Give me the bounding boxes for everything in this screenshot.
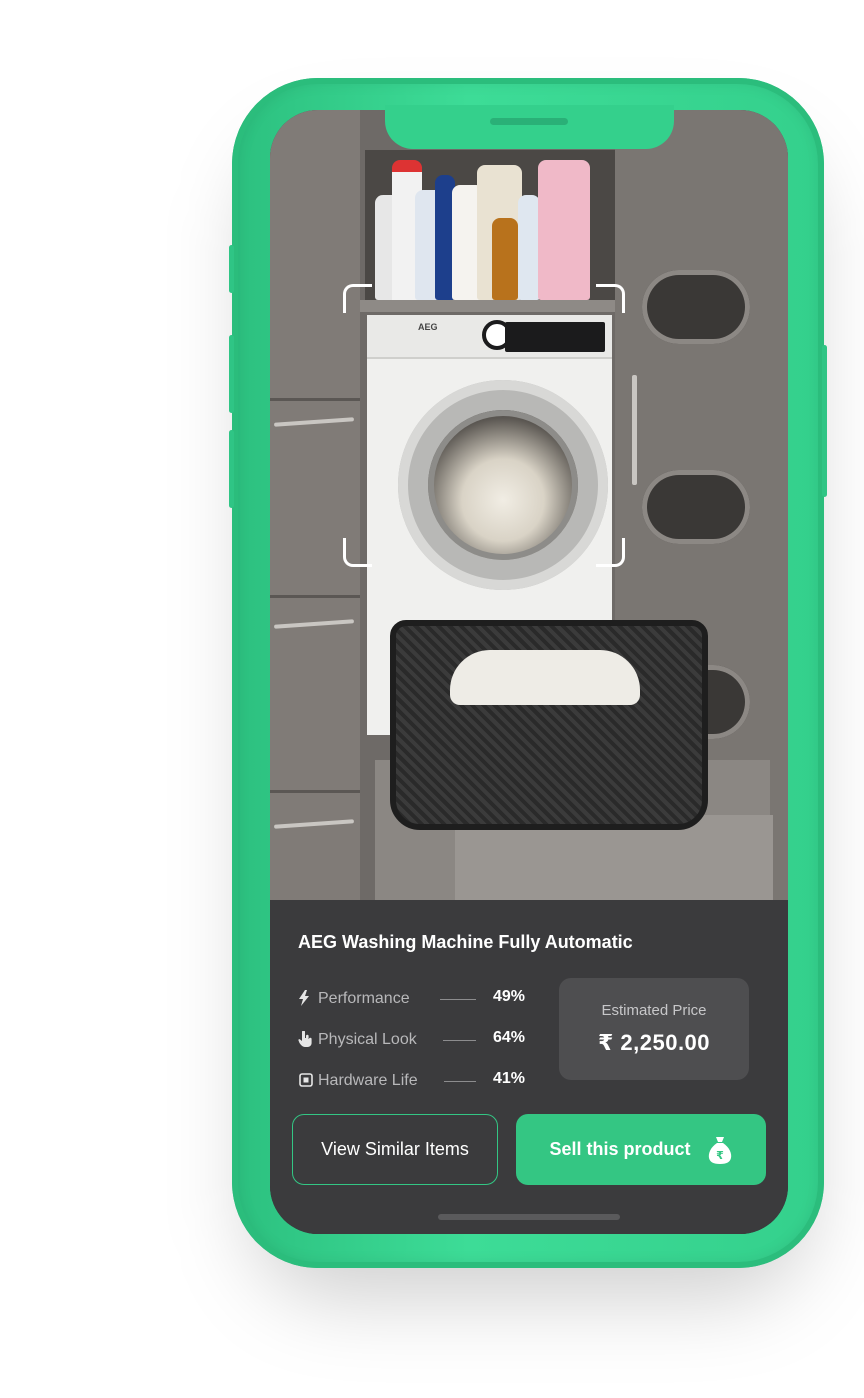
price-value: ₹ 2,250.00	[597, 1030, 711, 1055]
laundry-cloth	[450, 650, 640, 705]
cabinet-opening	[642, 470, 750, 544]
estimated-price-card: Estimated Price ₹ 2,250.00	[559, 978, 749, 1080]
view-similar-items-label: View Similar Items	[321, 1139, 469, 1159]
washer-display	[505, 322, 605, 352]
home-indicator[interactable]	[438, 1214, 620, 1220]
phone-speaker	[490, 118, 568, 125]
phone-notch	[385, 105, 674, 149]
metric-label: Physical Look	[318, 1031, 417, 1048]
product-info-panel: AEG Washing Machine Fully Automatic Perf…	[270, 900, 788, 1234]
price-label: Estimated Price	[601, 1002, 707, 1019]
scan-frame-corner-top-right	[596, 284, 625, 313]
mute-switch	[229, 245, 234, 293]
metric-physical-look: Physical Look 64%	[298, 1029, 525, 1051]
metric-label: Hardware Life	[318, 1072, 418, 1089]
product-photo: AEG	[270, 110, 788, 900]
metric-value: 49%	[493, 988, 526, 1005]
scan-frame-corner-bottom-right	[596, 538, 625, 567]
left-cabinet	[270, 110, 360, 900]
chip-icon	[298, 1072, 318, 1090]
cabinet-opening	[642, 270, 750, 344]
sell-product-button[interactable]: Sell this product ₹	[516, 1114, 766, 1185]
power-button	[822, 345, 827, 497]
volume-down-button	[229, 430, 234, 508]
metric-value: 41%	[493, 1070, 526, 1087]
hand-pointer-icon	[298, 1030, 318, 1050]
phone-screen: AEG AEG Washing Machine Fully Automatic …	[270, 110, 788, 1234]
product-title: AEG Washing Machine Fully Automatic	[298, 932, 633, 952]
money-bag-rupee-icon: ₹	[707, 1135, 733, 1165]
shelf	[360, 300, 615, 312]
lightning-icon	[298, 989, 318, 1009]
metric-performance: Performance 49%	[298, 988, 525, 1010]
washer-door-glass	[428, 410, 578, 560]
svg-text:₹: ₹	[716, 1149, 724, 1162]
metric-hardware-life: Hardware Life 41%	[298, 1070, 525, 1092]
sell-product-label: Sell this product	[549, 1139, 691, 1159]
view-similar-items-button[interactable]: View Similar Items	[292, 1114, 498, 1185]
scan-frame-corner-top-left	[343, 284, 372, 313]
metric-value: 64%	[493, 1029, 526, 1046]
scan-frame-corner-bottom-left	[343, 538, 372, 567]
washer-brand-logo: AEG	[418, 322, 438, 332]
metric-label: Performance	[318, 990, 410, 1007]
volume-up-button	[229, 335, 234, 413]
